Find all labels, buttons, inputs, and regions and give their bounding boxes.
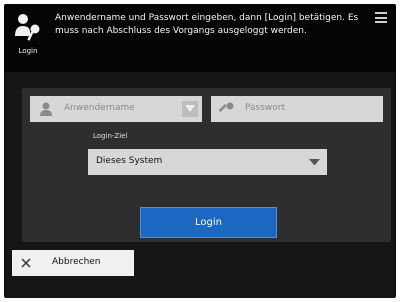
login-key-person-icon <box>15 14 40 41</box>
instruction-message: Anwendername und Passwort eingeben, dann… <box>55 13 359 36</box>
password-field[interactable]: Passwort <box>211 96 383 122</box>
cancel-label: Abbrechen <box>52 257 101 267</box>
username-field[interactable]: Anwendername <box>30 96 202 122</box>
password-placeholder: Passwort <box>245 103 286 113</box>
cancel-button[interactable]: Abbrechen <box>12 250 134 276</box>
login-caption: Login <box>18 47 38 55</box>
login-destination-value: Dieses System <box>96 156 163 166</box>
key-icon <box>219 102 234 113</box>
chevron-down-icon <box>309 159 320 166</box>
login-indicator: Login <box>12 10 44 58</box>
chevron-down-icon <box>185 105 195 112</box>
login-destination-select[interactable]: Dieses System <box>88 149 327 175</box>
close-icon <box>21 258 31 268</box>
login-screen: Login Anwendername und Passwort eingeben… <box>4 4 396 298</box>
header-bar: Login Anwendername und Passwort eingeben… <box>4 4 396 72</box>
person-icon <box>40 102 52 116</box>
login-panel: Anwendername Passwort Login-Ziel Dieses … <box>22 88 391 242</box>
username-placeholder: Anwendername <box>64 103 135 113</box>
username-dropdown-button[interactable] <box>182 101 198 117</box>
login-button[interactable]: Login <box>140 207 277 238</box>
login-destination-label: Login-Ziel <box>93 132 128 140</box>
menu-icon[interactable] <box>375 12 387 23</box>
